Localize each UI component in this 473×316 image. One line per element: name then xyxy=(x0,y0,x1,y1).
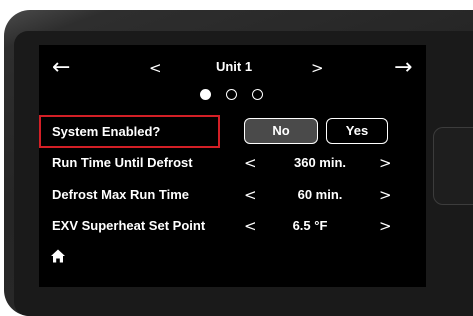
unit-title: Unit 1 xyxy=(215,59,253,74)
decrement-exv-superheat-chevron-left-icon[interactable]: < xyxy=(244,218,257,234)
page-dot-3[interactable] xyxy=(252,89,263,100)
setting-label-defrost-max-run-time: Defrost Max Run Time xyxy=(52,187,190,202)
arrow-left-icon[interactable]: ← xyxy=(52,57,70,79)
page-indicator xyxy=(200,89,270,101)
yes-button[interactable]: Yes xyxy=(326,118,388,144)
decrement-run-time-chevron-left-icon[interactable]: < xyxy=(244,155,257,171)
page-dot-2[interactable] xyxy=(226,89,237,100)
chevron-right-icon[interactable]: > xyxy=(311,60,324,76)
home-icon[interactable] xyxy=(50,248,66,264)
no-button[interactable]: No xyxy=(244,118,318,144)
defrost-max-run-time-value: 60 min. xyxy=(297,187,343,202)
arrow-right-icon[interactable]: → xyxy=(394,57,412,79)
thermostat-device: ← < Unit 1 > → System Enabled? No Yes Ru… xyxy=(0,0,473,316)
exv-superheat-set-point-value: 6.5 °F xyxy=(292,218,328,233)
setting-label-system-enabled: System Enabled? xyxy=(52,124,161,139)
increment-run-time-chevron-right-icon[interactable]: > xyxy=(379,155,392,171)
chevron-left-icon[interactable]: < xyxy=(149,60,162,76)
decrement-defrost-max-chevron-left-icon[interactable]: < xyxy=(244,187,257,203)
increment-exv-superheat-chevron-right-icon[interactable]: > xyxy=(379,218,392,234)
increment-defrost-max-chevron-right-icon[interactable]: > xyxy=(379,187,392,203)
setting-label-exv-superheat-set-point: EXV Superheat Set Point xyxy=(52,218,206,233)
page-dot-1[interactable] xyxy=(200,89,211,100)
display-screen: ← < Unit 1 > → System Enabled? No Yes Ru… xyxy=(39,45,426,287)
setting-label-run-time-until-defrost: Run Time Until Defrost xyxy=(52,155,193,170)
side-hardware-button[interactable] xyxy=(433,127,473,205)
run-time-until-defrost-value: 360 min. xyxy=(293,155,347,170)
